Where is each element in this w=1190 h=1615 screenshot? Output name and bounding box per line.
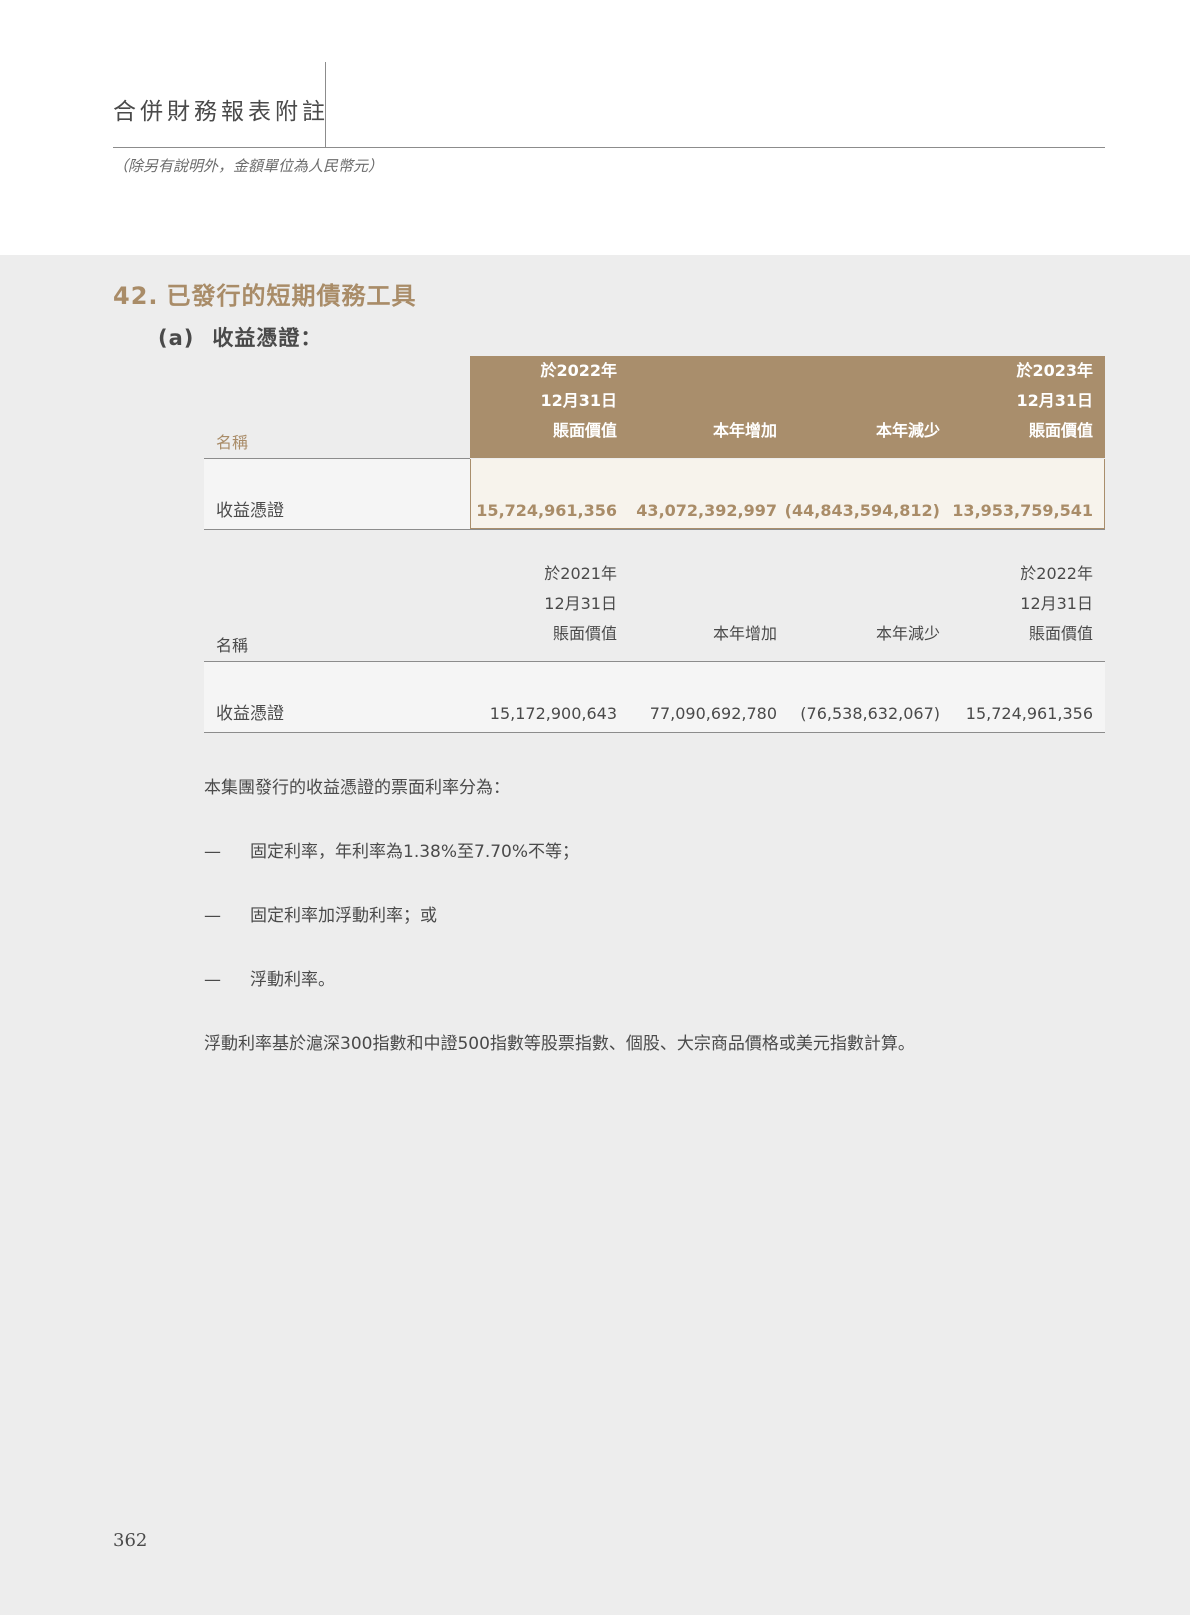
table-2023: 名稱 於2022年 12月31日 賬面價值 本年增加 本年減少 於2023年 12月3…: [204, 356, 1105, 530]
row-increase-value: 43,072,392,997: [636, 501, 777, 520]
page-number: 362: [113, 1530, 148, 1551]
notes-intro: 本集團發行的收益憑證的票面利率分為：: [204, 778, 510, 798]
sub-title: 收益憑證：: [212, 326, 323, 350]
col-closing-header: 於2022年 12月31日 賬面價值: [1020, 564, 1093, 643]
row-increase-value: 77,090,692,780: [649, 704, 777, 723]
section-title: 已發行的短期債務工具: [166, 282, 417, 310]
section-heading: 42. 已發行的短期債務工具: [113, 276, 417, 311]
row-decrease-value: (76,538,632,067): [800, 704, 940, 723]
dash-mark: —: [204, 842, 221, 862]
col-increase-header: 本年增加: [712, 421, 777, 440]
table-row: 收益憑證 15,724,961,356 43,072,392,997 (44,8…: [204, 459, 1105, 530]
col-opening-header: 於2021年 12月31日 賬面價值: [544, 564, 617, 643]
unit-note: （除另有說明外，金額單位為人民幣元）: [113, 157, 384, 175]
name-header: 名稱: [216, 636, 249, 655]
table-row: 收益憑證 15,172,900,643 77,090,692,780 (76,5…: [204, 662, 1105, 733]
table-header: 名稱 於2022年 12月31日 賬面價值 本年增加 本年減少 於2023年 12月3…: [204, 356, 1105, 459]
row-closing-value: 13,953,759,541: [952, 501, 1093, 520]
sub-heading: (a) 收益憑證：: [158, 322, 322, 352]
col-decrease-header: 本年減少: [875, 624, 940, 643]
row-decrease-value: (44,843,594,812): [784, 501, 940, 520]
row-opening-value: 15,724,961,356: [476, 501, 617, 520]
col-opening-header: 於2022年 12月31日 賬面價值: [540, 361, 617, 440]
bullet-item: — 固定利率，年利率為1.38%至7.70%不等；: [204, 842, 580, 862]
dash-mark: —: [204, 906, 221, 926]
dash-mark: —: [204, 970, 221, 990]
col-decrease-header: 本年減少: [875, 421, 940, 440]
col-increase-header: 本年增加: [712, 624, 777, 643]
bullet-item: — 固定利率加浮動利率；或: [204, 906, 437, 926]
header-rule: [113, 147, 1105, 148]
table-header: 名稱 於2021年 12月31日 賬面價值 本年增加 本年減少 於2022年 12月3…: [204, 559, 1105, 662]
section-number: 42.: [113, 282, 159, 310]
bullet-item: — 浮動利率。: [204, 970, 335, 990]
report-title: 合併財務報表附註: [113, 99, 329, 125]
row-name: 收益憑證: [216, 501, 284, 521]
header-band: [0, 0, 1190, 255]
notes-closing: 浮動利率基於滬深300指數和中證500指數等股票指數、個股、大宗商品價格或美元指…: [204, 1034, 915, 1054]
col-closing-header: 於2023年 12月31日 賬面價值: [1016, 361, 1093, 440]
row-closing-value: 15,724,961,356: [965, 704, 1093, 723]
row-opening-value: 15,172,900,643: [489, 704, 617, 723]
sub-label: (a): [158, 326, 195, 350]
title-divider: [325, 62, 326, 147]
row-name: 收益憑證: [216, 704, 284, 724]
name-header: 名稱: [216, 433, 249, 452]
table-2022: 名稱 於2021年 12月31日 賬面價值 本年增加 本年減少 於2022年 12月3…: [204, 559, 1105, 733]
